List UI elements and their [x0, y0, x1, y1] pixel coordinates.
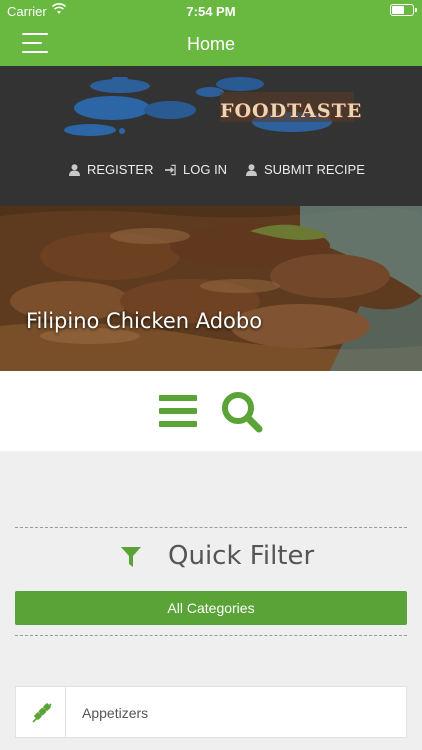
all-categories-button[interactable]: All Categories — [15, 591, 407, 625]
quick-filter-header: Quick Filter — [0, 537, 422, 577]
category-icon-cell — [16, 687, 66, 737]
featured-recipe-banner[interactable]: Filipino Chicken Adobo — [0, 206, 422, 371]
divider — [15, 635, 407, 636]
divider — [15, 527, 407, 528]
page-title: Home — [186, 34, 235, 54]
site-logo[interactable]: FOODTASTE — [62, 74, 361, 138]
list-icon[interactable] — [159, 395, 197, 427]
sign-in-icon — [165, 164, 176, 175]
search-icon[interactable] — [221, 391, 263, 433]
featured-recipe-image — [0, 206, 422, 371]
clock: 7:54 PM — [186, 4, 236, 19]
submit-recipe-label: SUBMIT RECIPE — [264, 162, 365, 177]
action-bar — [0, 371, 422, 451]
login-link[interactable]: LOG IN — [165, 162, 227, 177]
auth-links: REGISTER LOG IN SUBMIT RECIPE — [0, 162, 422, 182]
kebab-icon — [32, 703, 52, 723]
status-bar: Carrier 7:54 PM — [0, 0, 422, 22]
register-link[interactable]: REGISTER — [69, 162, 153, 177]
site-header: FOODTASTE REGISTER LOG IN SUBMIT RECIPE — [0, 66, 422, 206]
category-item-appetizers[interactable]: Appetizers — [15, 686, 407, 738]
category-label: Appetizers — [82, 705, 149, 721]
login-label: LOG IN — [183, 162, 228, 177]
quick-filter-title: Quick Filter — [168, 541, 315, 571]
featured-recipe-title: Filipino Chicken Adobo — [26, 309, 263, 333]
filter-icon — [121, 547, 141, 567]
submit-recipe-link[interactable]: SUBMIT RECIPE — [246, 162, 365, 177]
battery-icon — [390, 4, 417, 16]
logo-text: FOODTASTE — [220, 100, 363, 122]
user-icon — [69, 163, 80, 176]
user-icon — [246, 163, 257, 176]
nav-bar: Home — [0, 22, 422, 66]
register-label: REGISTER — [87, 162, 154, 177]
